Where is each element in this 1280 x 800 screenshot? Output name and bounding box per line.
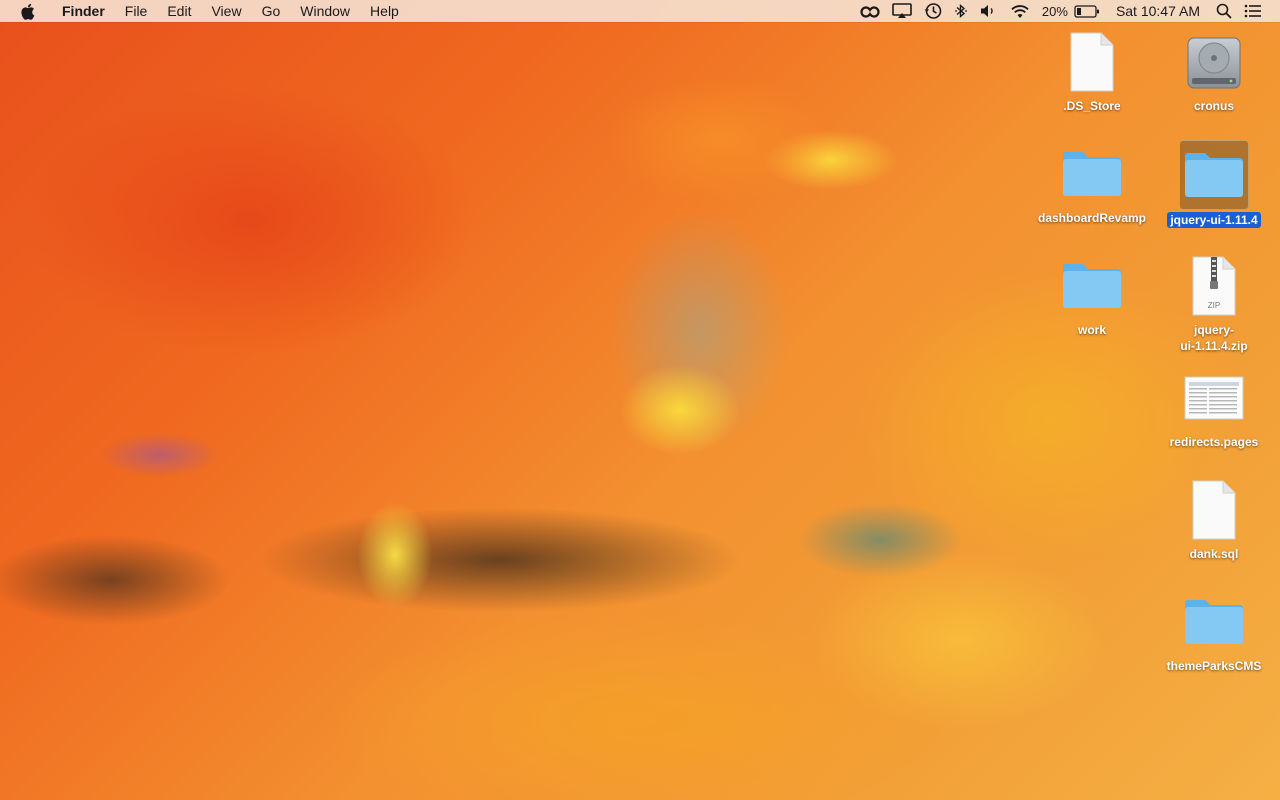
volume-icon[interactable] bbox=[974, 0, 1004, 22]
document-icon bbox=[1180, 476, 1248, 544]
desktop-icon-work[interactable]: work bbox=[1034, 252, 1150, 338]
folder-icon bbox=[1179, 140, 1249, 210]
menu-window[interactable]: Window bbox=[290, 0, 360, 22]
notification-center-icon[interactable] bbox=[1238, 0, 1268, 22]
battery-icon[interactable] bbox=[1074, 0, 1106, 22]
apple-menu-icon[interactable] bbox=[18, 2, 36, 20]
time-machine-icon[interactable] bbox=[918, 0, 948, 22]
desktop-icon-redirects-pages[interactable]: redirects.pages bbox=[1156, 364, 1272, 450]
creative-cloud-icon[interactable] bbox=[854, 0, 886, 22]
folder-icon bbox=[1058, 140, 1126, 208]
menu-bar: Finder File Edit View Go Window Help 20%… bbox=[0, 0, 1280, 22]
folder-icon bbox=[1180, 588, 1248, 656]
battery-percent[interactable]: 20% bbox=[1036, 0, 1074, 22]
desktop-icon-label: cronus bbox=[1193, 99, 1234, 113]
hard-drive-icon bbox=[1180, 28, 1248, 96]
desktop-icon-jquery-ui-zip[interactable]: ZIP jquery- ui-1.11.4.zip bbox=[1156, 252, 1272, 354]
zip-archive-icon: ZIP bbox=[1180, 252, 1248, 320]
spotlight-icon[interactable] bbox=[1210, 0, 1238, 22]
wifi-icon[interactable] bbox=[1004, 0, 1036, 22]
menu-edit[interactable]: Edit bbox=[157, 0, 201, 22]
desktop-icon-cronus[interactable]: cronus bbox=[1156, 28, 1272, 114]
desktop-icon-dank-sql[interactable]: dank.sql bbox=[1156, 476, 1272, 562]
desktop-wallpaper bbox=[0, 0, 1280, 800]
airplay-icon[interactable] bbox=[886, 0, 918, 22]
desktop-icon-ds-store[interactable]: .DS_Store bbox=[1034, 28, 1150, 114]
desktop-icon-label: jquery- ui-1.11.4.zip bbox=[1180, 323, 1248, 353]
menu-view[interactable]: View bbox=[201, 0, 251, 22]
desktop-icon-label: dank.sql bbox=[1189, 547, 1239, 561]
menu-app-finder[interactable]: Finder bbox=[52, 0, 115, 22]
desktop-icon-themeparkscms[interactable]: themeParksCMS bbox=[1156, 588, 1272, 674]
desktop-icon-label: dashboardRevamp bbox=[1037, 211, 1147, 225]
desktop-icon-label: jquery-ui-1.11.4 bbox=[1167, 212, 1261, 228]
pages-document-icon bbox=[1180, 364, 1248, 432]
menu-go[interactable]: Go bbox=[252, 0, 291, 22]
bluetooth-icon[interactable] bbox=[948, 0, 974, 22]
desktop-icon-label: themeParksCMS bbox=[1166, 659, 1262, 673]
zip-badge: ZIP bbox=[1207, 300, 1221, 310]
menu-help[interactable]: Help bbox=[360, 0, 409, 22]
document-icon bbox=[1058, 28, 1126, 96]
menu-file[interactable]: File bbox=[115, 0, 158, 22]
folder-icon bbox=[1058, 252, 1126, 320]
menu-clock[interactable]: Sat 10:47 AM bbox=[1106, 0, 1210, 22]
desktop-icon-jquery-ui-folder[interactable]: jquery-ui-1.11.4 bbox=[1156, 140, 1272, 228]
desktop-icon-dashboardrevamp[interactable]: dashboardRevamp bbox=[1034, 140, 1150, 226]
desktop-icon-label: redirects.pages bbox=[1169, 435, 1259, 449]
desktop-icon-label: work bbox=[1077, 323, 1106, 337]
desktop-icon-label: .DS_Store bbox=[1063, 99, 1121, 113]
